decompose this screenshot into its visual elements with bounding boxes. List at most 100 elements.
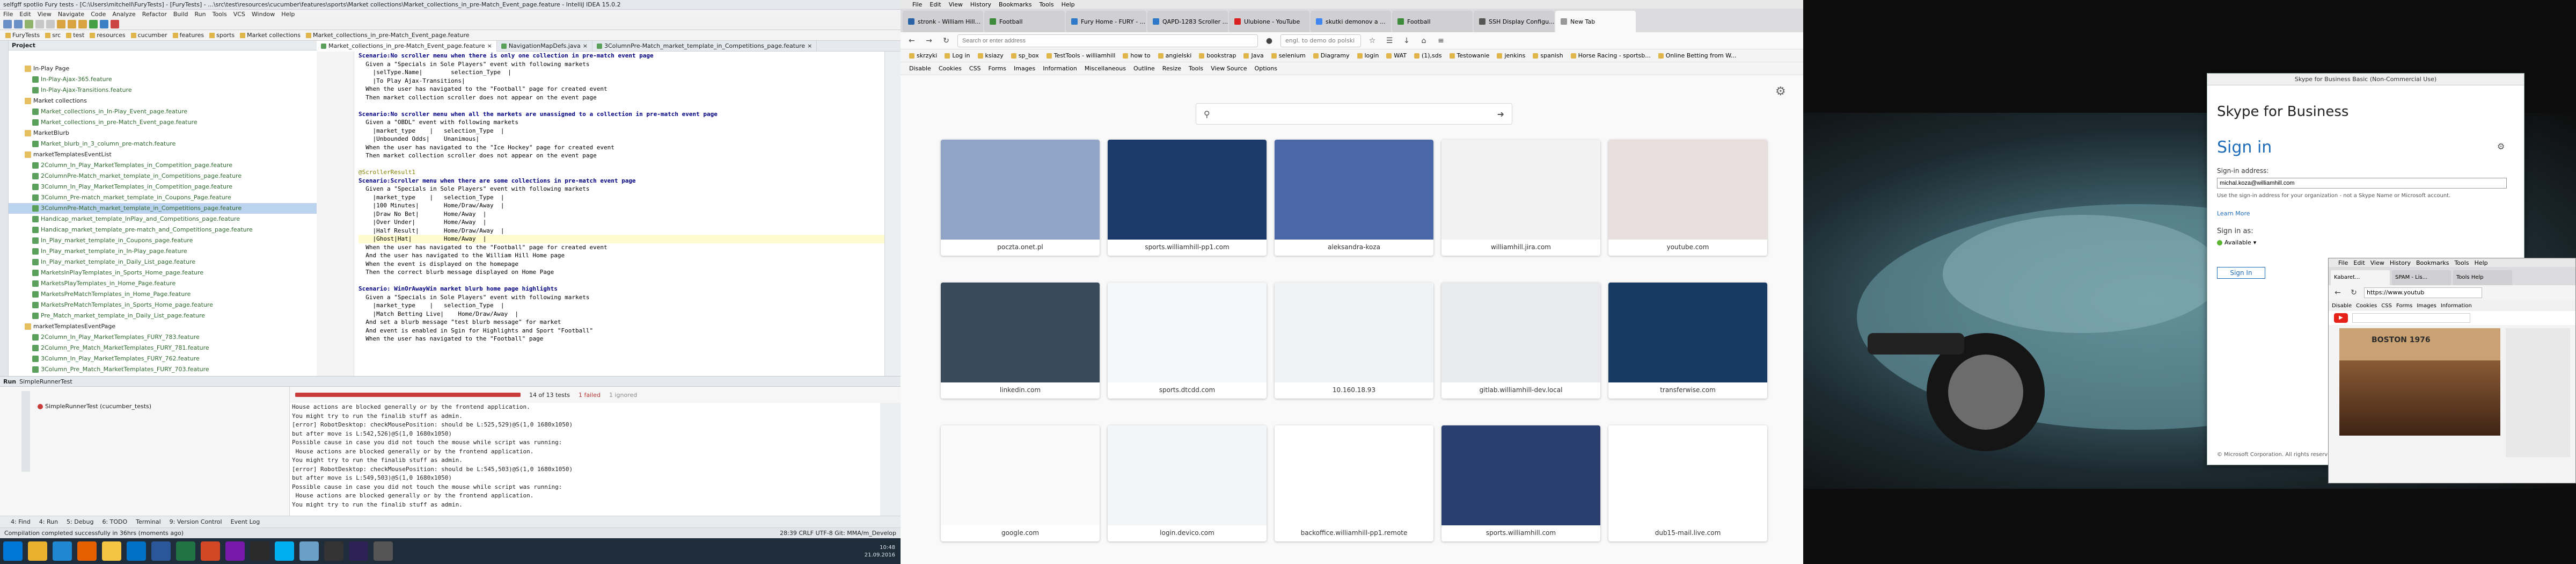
undo-icon[interactable] [35, 19, 44, 28]
calc-icon[interactable] [374, 541, 393, 561]
back-icon[interactable]: ← [2332, 287, 2344, 299]
left-tool-strip[interactable] [0, 41, 9, 376]
bottom-tab[interactable]: 4: Find [11, 518, 31, 525]
bookmark-item[interactable]: Online Betting from W... [1658, 52, 1736, 59]
tree-file[interactable]: 2ColumnPre-Match_market_template_in_Comp… [9, 171, 317, 182]
close-icon[interactable]: × [487, 41, 492, 52]
editor-tab[interactable]: NavigationMapDefs.java × [497, 41, 592, 52]
bookmark-item[interactable]: (1),sds [1414, 52, 1442, 59]
top-site-tile[interactable]: poczta.onet.pl [941, 140, 1100, 256]
run-test-tree[interactable]: SimpleRunnerTest (cucumber_tests) [0, 387, 290, 516]
devtool-menu[interactable]: Disable [909, 65, 931, 72]
ide-menu-edit[interactable]: Edit [19, 11, 31, 18]
browser-tab[interactable]: stronk - William Hill... [903, 11, 983, 32]
windows-icon[interactable] [3, 541, 23, 561]
ide-menu-refactor[interactable]: Refactor [142, 11, 167, 18]
tree-file[interactable]: In-Play-Ajax-365.feature [9, 74, 317, 85]
tree-folder[interactable]: marketTemplatesEventList [9, 149, 317, 160]
code-line[interactable]: And event is enabled in Sgin for Highlig… [358, 327, 884, 335]
code-line[interactable]: |Ghost|Hat| Home/Away | [358, 235, 884, 243]
tree-file[interactable]: 3Column_Pre_Match_MarketTemplates_FURY_7… [9, 364, 317, 375]
web-search-box[interactable]: engl. to demo do polski [1280, 34, 1361, 47]
bottom-tab[interactable]: 6: TODO [102, 518, 127, 525]
youtube-search-input[interactable] [2352, 313, 2470, 323]
browser-tab[interactable]: Football [984, 11, 1065, 32]
code-line[interactable]: |Match Betting Live| Home/Draw/Away | [358, 310, 884, 319]
code-line[interactable]: Given a "Specials in Sole Players" event… [358, 293, 884, 302]
top-site-tile[interactable]: sports.williamhill-pp1.com [1108, 140, 1267, 256]
browser-tab[interactable]: Ulubione - YouTube [1229, 11, 1309, 32]
eclipse-icon[interactable] [349, 541, 368, 561]
excel-icon[interactable] [176, 541, 195, 561]
browser-tab[interactable]: skutki demonov a ... [1311, 11, 1391, 32]
browser-tab[interactable]: SSH Display Configu... [1474, 11, 1554, 32]
home-icon[interactable]: ⌂ [1418, 35, 1430, 47]
console-icon[interactable] [324, 541, 343, 561]
top-site-tile[interactable]: williamhill.jira.com [1441, 140, 1600, 256]
ff2-tab[interactable]: SPAM - Lis... [2392, 270, 2451, 285]
bookmark-item[interactable]: skrzyki [909, 52, 937, 59]
close-icon[interactable]: × [583, 41, 588, 52]
ff2-toolbar-item[interactable]: Disable [2332, 303, 2352, 309]
tree-file[interactable]: 3Column_Pre-match_market_template_in_Cou… [9, 192, 317, 203]
top-site-tile[interactable]: youtube.com [1608, 140, 1767, 256]
file-explorer-icon[interactable] [102, 541, 121, 561]
code-line[interactable] [358, 102, 884, 110]
code-line[interactable]: |market_type | selection_Type | [358, 193, 884, 202]
firefox-icon[interactable] [77, 541, 97, 561]
open-icon[interactable] [3, 19, 12, 28]
ff2-tab[interactable]: Kabaret... [2331, 270, 2390, 285]
url-bar[interactable] [957, 34, 1258, 47]
console-tool-strip[interactable] [880, 403, 901, 516]
run-tree-item[interactable]: SimpleRunnerTest (cucumber_tests) [38, 403, 151, 410]
top-site-tile[interactable]: login.devico.com [1108, 425, 1267, 541]
ide-menu-vcs[interactable]: VCS [233, 11, 245, 18]
code-line[interactable]: Given a "OBDL" event with following mark… [358, 118, 884, 127]
code-line[interactable] [358, 160, 884, 169]
code-line[interactable]: |Unbounded Odds| Unanimous| [358, 135, 884, 143]
devtool-menu[interactable]: Cookies [939, 65, 962, 72]
tree-file[interactable]: 3Column_In_Play_MarketTemplates_in_Compe… [9, 182, 317, 192]
status-dropdown[interactable]: Available ▾ [2217, 239, 2256, 246]
tree-file[interactable]: Pre_Match_market_template_in_Daily_List_… [9, 310, 317, 321]
ff-menu-help[interactable]: Help [1062, 1, 1075, 8]
paste-icon[interactable] [78, 19, 87, 28]
editor-tab[interactable]: 3ColumnPre-Match_market_template_in_Comp… [592, 41, 817, 52]
tree-file[interactable]: Market_collections_in_pre-Match_Event_pa… [9, 117, 317, 128]
skype-icon[interactable] [275, 541, 294, 561]
breadcrumb-item[interactable]: resources [87, 31, 127, 40]
copy-icon[interactable] [68, 19, 76, 28]
run-config-label[interactable]: SimpleRunnerTest [19, 378, 72, 385]
bookmark-item[interactable]: ksiazy [977, 52, 1004, 59]
bookmark-item[interactable]: Java [1243, 52, 1264, 59]
system-tray[interactable]: 10:48 21.09.2016 [800, 538, 901, 564]
top-site-tile[interactable]: google.com [941, 425, 1100, 541]
code-line[interactable]: When the user has navigated to the "Foot… [358, 335, 884, 343]
code-line[interactable]: When the event is displayed on the homep… [358, 260, 884, 269]
code-line[interactable]: When the user has navigated to the "Foot… [358, 243, 884, 252]
tree-file[interactable]: Market_blurb_in_3_column_pre-match.featu… [9, 139, 317, 149]
reload-icon[interactable]: ↻ [940, 35, 952, 47]
bookmark-item[interactable]: sp_box [1011, 52, 1039, 59]
code-line[interactable]: And the user has navigated to the Willia… [358, 251, 884, 260]
outlook-icon[interactable] [127, 541, 146, 561]
run-console-log[interactable]: House actions are blocked generally or b… [290, 403, 880, 516]
tree-file[interactable]: 2Column_In_Play_MarketTemplates_FURY_783… [9, 332, 317, 343]
tree-folder[interactable]: marketTemplatesEventPage [9, 321, 317, 332]
browser-tab[interactable]: New Tab [1555, 11, 1636, 32]
code-line[interactable]: |Draw No Bet| Home/Away | [358, 210, 884, 219]
breadcrumb-item[interactable]: FuryTests [3, 31, 42, 40]
bookmark-item[interactable]: Diagramy [1313, 52, 1350, 59]
bookmark-item[interactable]: selenium [1271, 52, 1306, 59]
sign-in-address-input[interactable] [2217, 178, 2507, 189]
devtool-menu[interactable]: Forms [989, 65, 1006, 72]
sync-icon[interactable] [25, 19, 33, 28]
top-site-tile[interactable]: backoffice.williamhill-pp1.remote [1275, 425, 1433, 541]
related-videos[interactable] [2506, 328, 2570, 457]
ide-menu-help[interactable]: Help [281, 11, 295, 18]
ide-menu-build[interactable]: Build [173, 11, 188, 18]
ff2-menu-item[interactable]: Help [2475, 259, 2488, 266]
ide-menu-navigate[interactable]: Navigate [58, 11, 84, 18]
bookmark-item[interactable]: TestTools - williamhill [1046, 52, 1115, 59]
ff2-toolbar-item[interactable]: Forms [2396, 303, 2412, 309]
